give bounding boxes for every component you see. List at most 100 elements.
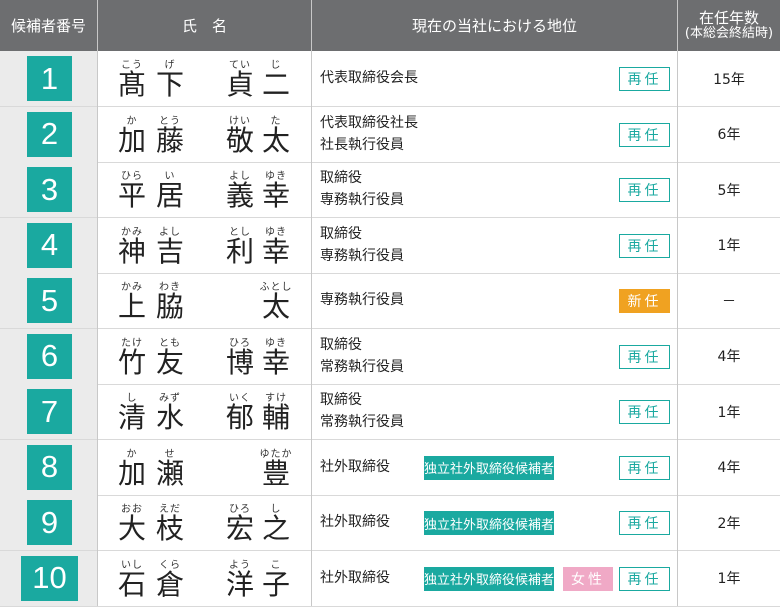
kanji: 之 [261, 512, 290, 545]
kanji: 友 [155, 345, 184, 379]
position-line: 代表取締役会長 [320, 70, 418, 86]
candidate-number-cell: 9 [0, 495, 97, 550]
candidate-number-cell: 4 [0, 217, 97, 273]
kanji: 幸 [261, 234, 290, 268]
kanji: 脇 [155, 290, 184, 323]
candidate-position-cell: 社外取締役 独立社外取締役候補者 再任 [312, 440, 677, 495]
name-character: ゆき幸 [258, 162, 294, 217]
position-text: 取締役 専務執行役員 [320, 223, 404, 267]
candidate-name-cell: し清みず水いく郁すけ輔 [98, 384, 311, 439]
kanji: 加 [117, 456, 146, 490]
name-character: ひら平 [114, 162, 150, 217]
candidate-number-badge: 4 [27, 222, 72, 268]
kanji: 下 [155, 68, 184, 101]
name-character: ゆき幸 [258, 218, 294, 273]
name-character: よう洋 [222, 551, 258, 606]
candidate-name-cell: こう髙げ下てい貞じ二 [98, 51, 311, 106]
name-character: いく郁 [222, 384, 258, 439]
candidate-name-cell: か加せ瀬 ゆたか豊 [98, 440, 311, 495]
table-header: 候補者番号 氏 名 現在の当社における地位 在任年数 (本総会終結時) [0, 0, 780, 51]
position-text: 社外取締役 [320, 456, 390, 478]
name-character: よし義 [222, 162, 258, 217]
tenure-cell: 1年 [717, 238, 741, 254]
kanji: 竹 [117, 345, 146, 379]
candidate-number-badge: 3 [27, 167, 72, 212]
kanji: 枝 [155, 512, 184, 545]
table-row: 6 たけ竹とも友ひろ博ゆき幸取締役 常務執行役員 再任 4年 [0, 328, 780, 384]
candidate-position-cell: 取締役 常務執行役員 再任 [312, 329, 677, 384]
table-row: 2 か加とう藤けい敬た太代表取締役社長 社長執行役員 再任 6年 [0, 106, 780, 162]
name-character: いし石 [114, 551, 150, 606]
tenure-cell: 4年 [717, 349, 741, 365]
name-character: たけ竹 [114, 329, 150, 384]
candidate-name-cell: いし石くら倉よう洋こ子 [98, 551, 311, 606]
name-character: とも友 [152, 329, 188, 384]
tenure-cell: 15年 [713, 71, 745, 88]
name-character: か加 [114, 440, 150, 495]
candidate-name-cell: か加とう藤けい敬た太 [98, 107, 311, 162]
kanji: 利 [225, 234, 254, 268]
candidate-position-cell: 社外取締役 独立社外取締役候補者 女性 再任 [312, 551, 677, 606]
kanji: 清 [117, 401, 146, 434]
candidate-number-badge: 9 [27, 500, 72, 545]
name-character: げ下 [152, 51, 188, 106]
header-term-line1: 在任年数 [698, 8, 759, 27]
name-character: とう藤 [152, 107, 188, 162]
reappointment-badge: 再任 [619, 178, 670, 202]
table-row: 7 し清みず水いく郁すけ輔取締役 常務執行役員 再任 1年 [0, 384, 780, 439]
position-text: 取締役 専務執行役員 [320, 167, 404, 211]
position-line: 取締役 [320, 336, 362, 353]
name-character: ゆき幸 [258, 329, 294, 384]
kanji: 博 [225, 345, 254, 379]
position-text: 代表取締役会長 [320, 67, 418, 89]
name-character: けい敬 [222, 107, 258, 162]
name-character: た太 [258, 107, 294, 162]
tenure-cell: － [722, 293, 736, 310]
name-character [222, 273, 258, 328]
position-line: 社外取締役 [320, 458, 390, 475]
kanji: 上 [117, 290, 146, 323]
name-character: か加 [114, 107, 150, 162]
column-divider [677, 0, 678, 606]
kanji: 敬 [225, 123, 254, 157]
kanji: 子 [261, 567, 290, 601]
candidate-number-badge: 2 [27, 111, 72, 157]
header-number: 候補者番号 [10, 16, 86, 35]
position-text: 専務執行役員 [320, 289, 404, 311]
table-row: 4 かみ神よし吉とし利ゆき幸取締役 専務執行役員 再任 1年 [0, 217, 780, 273]
position-line: 社長執行役員 [320, 136, 404, 153]
name-character: ゆたか豊 [258, 440, 294, 495]
tenure-cell: 1年 [717, 571, 741, 587]
candidate-number-badge: 1 [27, 56, 72, 101]
candidate-number-cell: 10 [0, 550, 97, 606]
candidate-position-cell: 専務執行役員 新任 [312, 273, 677, 328]
name-character: こ子 [258, 551, 294, 606]
position-line: 常務執行役員 [320, 414, 404, 430]
name-character: し清 [114, 384, 150, 439]
new-appointment-badge: 新任 [619, 289, 670, 313]
tenure-cell: 1年 [717, 404, 741, 421]
kanji: 宏 [225, 512, 254, 545]
candidate-number-badge: 8 [27, 444, 72, 490]
tenure-cell: 5年 [717, 182, 741, 199]
kanji: 石 [117, 567, 146, 601]
header-term: 在任年数 (本総会終結時) [678, 0, 780, 51]
name-character: とし利 [222, 218, 258, 273]
position-text: 社外取締役 [320, 567, 390, 589]
kanji: 太 [261, 123, 290, 157]
candidate-position-cell: 代表取締役会長 再任 [312, 51, 677, 106]
director-candidates-table: 候補者番号 氏 名 現在の当社における地位 在任年数 (本総会終結時) 1 こう髙… [0, 0, 780, 607]
candidate-number-cell: 6 [0, 328, 97, 384]
kanji: 加 [117, 123, 146, 157]
position-text: 取締役 常務執行役員 [320, 334, 404, 378]
kanji: 豊 [261, 456, 290, 490]
kanji: 瀬 [155, 456, 184, 490]
candidate-name-cell: ひら平い居よし義ゆき幸 [98, 162, 311, 217]
name-character: い居 [152, 162, 188, 217]
reappointment-badge: 再任 [619, 455, 670, 480]
candidate-number-cell: 1 [0, 51, 97, 106]
table-row: 5 かみ上わき脇 ふとし太 専務執行役員 新任 － [0, 273, 780, 328]
name-character: ひろ博 [222, 329, 258, 384]
female-badge: 女性 [563, 566, 613, 591]
kanji: 藤 [155, 123, 184, 157]
